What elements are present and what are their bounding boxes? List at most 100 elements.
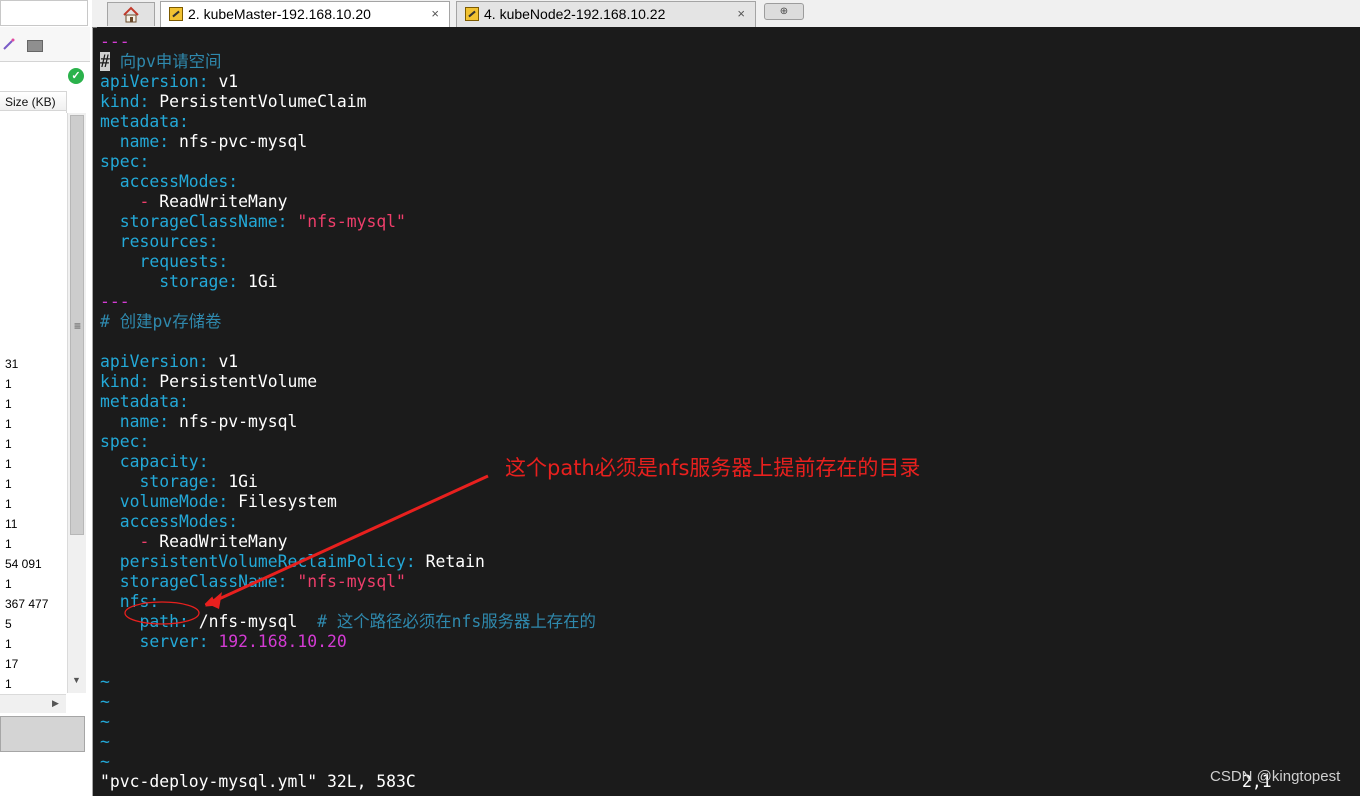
- code-line[interactable]: server: 192.168.10.20: [100, 632, 596, 652]
- code-line[interactable]: ---: [100, 32, 596, 52]
- size-cell[interactable]: 367 477: [0, 594, 66, 614]
- code-line[interactable]: kind: PersistentVolume: [100, 372, 596, 392]
- code-token: PersistentVolume: [159, 372, 318, 391]
- size-cell[interactable]: 1: [0, 574, 66, 594]
- code-token: ~: [100, 732, 110, 751]
- code-line[interactable]: ~: [100, 672, 596, 692]
- size-column-header[interactable]: Size (KB): [0, 91, 66, 111]
- code-token: 1Gi: [248, 272, 278, 291]
- code-line[interactable]: # 创建pv存储卷: [100, 312, 596, 332]
- code-line[interactable]: name: nfs-pvc-mysql: [100, 132, 596, 152]
- code-token: :: [159, 132, 179, 151]
- code-line[interactable]: - ReadWriteMany: [100, 532, 596, 552]
- code-line[interactable]: # 向pv申请空间: [100, 52, 596, 72]
- size-cell[interactable]: 1: [0, 674, 66, 694]
- code-line[interactable]: metadata:: [100, 112, 596, 132]
- terminal-editor[interactable]: --- # 向pv申请空间 apiVersion: v1 kind: Persiste…: [97, 27, 1360, 796]
- code-line[interactable]: accessModes:: [100, 512, 596, 532]
- code-line[interactable]: - ReadWriteMany: [100, 192, 596, 212]
- code-line[interactable]: [100, 652, 596, 672]
- size-cell[interactable]: 1: [0, 474, 66, 494]
- code-line[interactable]: persistentVolumeReclaimPolicy: Retain: [100, 552, 596, 572]
- code-token: :: [218, 252, 229, 271]
- code-token: # 这个路径必须在nfs服务器上存在的: [297, 612, 596, 631]
- size-cell[interactable]: 54 091: [0, 554, 66, 574]
- code-token: nfs: [100, 592, 150, 611]
- code-line[interactable]: resources:: [100, 232, 596, 252]
- code-token: ---: [100, 32, 130, 51]
- code-line[interactable]: spec:: [100, 152, 596, 172]
- tab-kubenode2[interactable]: 4. kubeNode2-192.168.10.22 ×: [456, 1, 756, 27]
- terminal-session-icon: [465, 7, 479, 21]
- code-token: spec: [100, 152, 140, 171]
- scrollbar-thumb[interactable]: ≡: [70, 115, 84, 535]
- code-token: v1: [218, 352, 239, 371]
- code-token: ReadWriteMany: [159, 192, 288, 211]
- size-cell[interactable]: 1: [0, 454, 66, 474]
- code-token: metadata: [100, 392, 179, 411]
- code-line[interactable]: volumeMode: Filesystem: [100, 492, 596, 512]
- scroll-down-arrow-icon[interactable]: ▼: [72, 675, 81, 685]
- column-divider[interactable]: [66, 91, 67, 113]
- code-token: /nfs-mysql: [198, 612, 298, 631]
- code-token: ~: [100, 692, 110, 711]
- annotation-label: 这个path必须是nfs服务器上提前存在的目录: [505, 456, 921, 480]
- size-cell[interactable]: 1: [0, 414, 66, 434]
- size-cell[interactable]: 1: [0, 374, 66, 394]
- code-line[interactable]: apiVersion: v1: [100, 72, 596, 92]
- file-browser-panel: ✓ Size (KB) 31 1 1 1 1 1 1 1 11 1 54 091 1 367 477 5 1…: [0, 0, 93, 796]
- code-line[interactable]: name: nfs-pv-mysql: [100, 412, 596, 432]
- size-cell[interactable]: 5: [0, 614, 66, 634]
- home-tab[interactable]: [107, 2, 155, 26]
- code-token: -: [100, 532, 160, 551]
- code-line[interactable]: metadata:: [100, 392, 596, 412]
- code-token: :: [149, 592, 160, 611]
- code-line[interactable]: nfs:: [100, 592, 596, 612]
- code-token: :: [198, 632, 219, 651]
- code-line[interactable]: requests:: [100, 252, 596, 272]
- code-line[interactable]: kind: PersistentVolumeClaim: [100, 92, 596, 112]
- code-token: path: [100, 612, 179, 631]
- code-token: accessModes: [100, 512, 229, 531]
- code-line[interactable]: ~: [100, 732, 596, 752]
- horizontal-scrollbar[interactable]: ▶: [0, 694, 66, 713]
- code-token: :: [277, 212, 298, 231]
- size-cell[interactable]: 1: [0, 394, 66, 414]
- size-cell[interactable]: 17: [0, 654, 66, 674]
- size-cell[interactable]: 1: [0, 494, 66, 514]
- close-icon[interactable]: ×: [737, 2, 745, 26]
- file-panel-toolbar: [0, 27, 90, 62]
- path-field[interactable]: [0, 0, 88, 26]
- terminal-panel-icon[interactable]: [27, 40, 43, 52]
- code-line[interactable]: ~: [100, 752, 596, 772]
- code-line[interactable]: storageClassName: "nfs-mysql": [100, 212, 596, 232]
- tab-kubemaster[interactable]: 2. kubeMaster-192.168.10.20 ×: [160, 1, 450, 27]
- magic-wand-icon[interactable]: [2, 37, 16, 51]
- code-line[interactable]: storage: 1Gi: [100, 272, 596, 292]
- transfer-bar[interactable]: [0, 716, 85, 752]
- code-token: "nfs-mysql": [297, 212, 406, 231]
- code-line[interactable]: path: /nfs-mysql # 这个路径必须在nfs服务器上存在的: [100, 612, 596, 632]
- code-line[interactable]: apiVersion: v1: [100, 352, 596, 372]
- code-line[interactable]: storageClassName: "nfs-mysql": [100, 572, 596, 592]
- code-line[interactable]: ---: [100, 292, 596, 312]
- code-line[interactable]: ~: [100, 712, 596, 732]
- code-token: nfs-pv-mysql: [178, 412, 298, 431]
- vertical-scrollbar[interactable]: ≡ ▼: [67, 113, 86, 693]
- size-cell[interactable]: 1: [0, 434, 66, 454]
- vim-buffer[interactable]: --- # 向pv申请空间 apiVersion: v1 kind: Persiste…: [100, 32, 596, 772]
- code-token: :: [277, 572, 298, 591]
- code-token: Retain: [425, 552, 485, 571]
- size-cell[interactable]: 11: [0, 514, 66, 534]
- new-tab-button[interactable]: ⊕: [764, 3, 804, 20]
- code-line[interactable]: accessModes:: [100, 172, 596, 192]
- code-line[interactable]: spec:: [100, 432, 596, 452]
- tab-label: 4. kubeNode2-192.168.10.22: [484, 6, 666, 22]
- code-line[interactable]: ~: [100, 692, 596, 712]
- close-icon[interactable]: ×: [431, 2, 439, 26]
- code-line[interactable]: [100, 332, 596, 352]
- scroll-right-arrow-icon[interactable]: ▶: [52, 698, 59, 709]
- size-cell[interactable]: 31: [0, 354, 66, 374]
- size-cell[interactable]: 1: [0, 634, 66, 654]
- size-cell[interactable]: 1: [0, 534, 66, 554]
